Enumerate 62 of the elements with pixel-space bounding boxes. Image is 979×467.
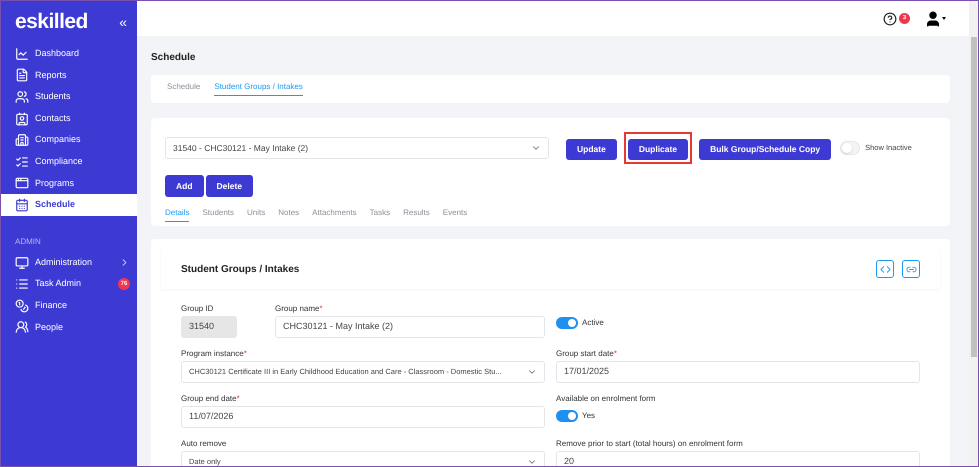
- sidebar-item[interactable]: Dashboard: [1, 43, 137, 65]
- sidebar-item[interactable]: Companies: [1, 129, 137, 151]
- required-mark: *: [319, 303, 323, 314]
- section-title: Student Groups / Intakes: [181, 262, 300, 276]
- sidebar-item[interactable]: Students: [1, 86, 137, 108]
- help-icon[interactable]: [883, 12, 897, 26]
- action-button[interactable]: Duplicate: [628, 138, 688, 160]
- logo: eskilled: [15, 9, 88, 36]
- contact-card-icon: [15, 112, 29, 126]
- users-icon: [15, 90, 29, 104]
- field-label: Available on enrolment form: [556, 393, 656, 404]
- collapse-button[interactable]: «: [119, 12, 127, 32]
- sidebar-item[interactable]: Schedule: [1, 194, 137, 216]
- input-field[interactable]: 31540: [181, 316, 237, 338]
- list-icon: [15, 277, 29, 292]
- window-icon: [15, 176, 29, 190]
- sidebar-item[interactable]: Administration: [1, 252, 137, 274]
- toggle-switch[interactable]: [840, 141, 860, 155]
- user-menu[interactable]: [924, 10, 946, 28]
- toggle-switch[interactable]: [556, 410, 578, 422]
- field-label: Program instance: [181, 348, 244, 359]
- scrollbar-thumb[interactable]: [970, 37, 976, 357]
- building-icon: [15, 133, 29, 148]
- input-field[interactable]: 11/07/2026: [181, 406, 545, 428]
- action-button[interactable]: Delete: [206, 175, 254, 197]
- code-icon[interactable]: [876, 260, 894, 278]
- document-icon: [15, 68, 29, 82]
- input-field[interactable]: CHC30121 - May Intake (2): [275, 316, 545, 338]
- field-label: Group start date: [556, 348, 614, 359]
- required-mark: *: [236, 393, 240, 404]
- input-field[interactable]: 20: [556, 451, 920, 466]
- toggle-switch[interactable]: [556, 317, 578, 329]
- page-title: Schedule: [151, 51, 196, 65]
- field-label: Group name: [275, 303, 320, 314]
- coins-icon: [15, 298, 29, 313]
- field-label: Auto remove: [181, 438, 226, 449]
- sidebar-item[interactable]: Programs: [1, 172, 137, 194]
- field-label: Remove prior to start (total hours) on enrolment form: [556, 438, 743, 449]
- toggle-label: Yes: [582, 410, 596, 422]
- sidebar-item[interactable]: Finance: [1, 294, 137, 317]
- people-icon: [15, 320, 29, 334]
- sidebar-item[interactable]: Reports: [1, 64, 137, 86]
- field-label: Group ID: [181, 303, 214, 314]
- monitor-icon: [15, 256, 29, 270]
- sidebar-item[interactable]: Contacts: [1, 108, 137, 130]
- calendar-icon: [15, 198, 29, 212]
- checklist-icon: [15, 154, 29, 169]
- line-chart-icon: [15, 46, 29, 61]
- sidebar-item[interactable]: Compliance: [1, 150, 137, 173]
- group-select[interactable]: 31540 - CHC30121 - May Intake (2): [165, 137, 549, 159]
- toggle-label: Active: [582, 317, 604, 329]
- required-mark: *: [614, 348, 617, 359]
- action-button[interactable]: Update: [566, 138, 617, 160]
- sidebar-item[interactable]: People: [1, 316, 137, 338]
- action-button[interactable]: Add: [165, 175, 204, 197]
- section-heading: ADMIN: [14, 236, 42, 248]
- input-field[interactable]: 17/01/2025: [556, 361, 920, 383]
- user-icon: [924, 10, 942, 28]
- action-button[interactable]: Bulk Group/Schedule Copy: [699, 138, 832, 160]
- required-mark: *: [244, 348, 247, 359]
- link-icon[interactable]: [902, 260, 920, 278]
- field-label: Group end date: [181, 393, 237, 404]
